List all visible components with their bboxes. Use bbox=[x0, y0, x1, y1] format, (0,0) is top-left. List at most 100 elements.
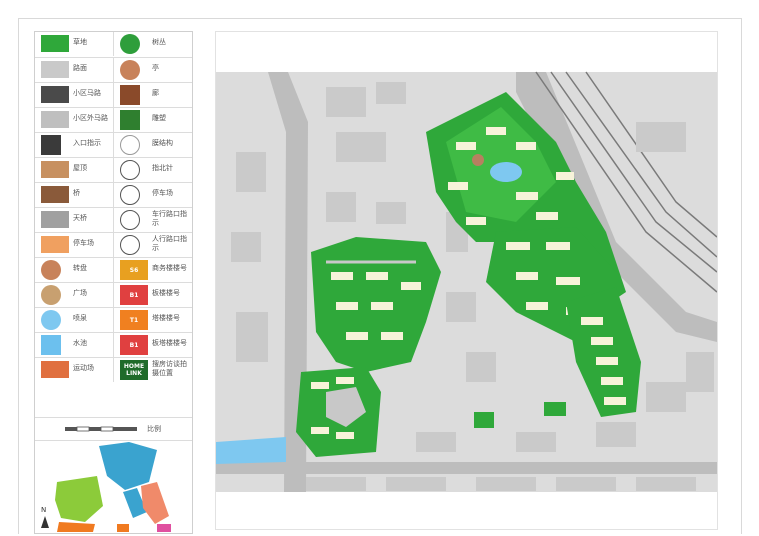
green-patch-1 bbox=[474, 412, 494, 428]
commercial-building-number-icon: S6 bbox=[120, 260, 148, 280]
legend-item: S6 商务楼楼号 bbox=[114, 258, 192, 282]
legend-item: 停车场 bbox=[114, 183, 192, 207]
green-patch-2 bbox=[544, 402, 566, 416]
parking-icon bbox=[120, 185, 140, 205]
legend-item: 天桥 bbox=[35, 208, 114, 232]
ne-pool bbox=[490, 162, 522, 182]
legend-item: 廊 bbox=[114, 83, 192, 107]
south-road bbox=[216, 462, 717, 474]
legend-item: 雕塑 bbox=[114, 108, 192, 132]
legend-item: 广场 bbox=[35, 283, 114, 307]
membrane-structure-icon bbox=[120, 135, 140, 155]
legend-label: 水池 bbox=[73, 339, 87, 347]
legend-label: 停车场 bbox=[152, 189, 173, 197]
legend-row: 路面 亭 bbox=[35, 57, 192, 82]
minimap-zone-orange bbox=[57, 522, 95, 532]
legend-label: 路面 bbox=[73, 64, 87, 72]
minimap-zone-orange-small bbox=[117, 524, 129, 532]
entrance-arrow-icon bbox=[41, 135, 61, 155]
legend-row: 屋顶 指北针 bbox=[35, 157, 192, 182]
legend-label: 喷泉 bbox=[73, 314, 87, 322]
legend-label: 屋顶 bbox=[73, 164, 87, 172]
minimap-zone-salmon bbox=[141, 482, 169, 524]
legend-label: 草地 bbox=[73, 38, 87, 46]
legend-panel: 草地 树丛 路面亭小区马路廊小区外马路 雕塑 入口指示 膜结构 屋顶 指北针桥停车场 天桥 车行路… bbox=[34, 31, 193, 534]
legend-label: 小区马路 bbox=[73, 89, 101, 97]
tree-cluster-icon bbox=[120, 34, 140, 54]
legend-row: 桥 停车场 bbox=[35, 182, 192, 207]
pedestrian-entrance-icon bbox=[120, 235, 140, 255]
legend-row: 运动场 HOME LINK 搜房访谈拍摄位置 bbox=[35, 357, 192, 382]
scale-bar-row: 比例 bbox=[35, 417, 192, 441]
tower-building-number-icon: T1 bbox=[120, 310, 148, 330]
minimap-zone-green bbox=[55, 476, 103, 522]
legend-row: 喷泉 T1 塔楼楼号 bbox=[35, 307, 192, 332]
legend-item: 水池 bbox=[35, 333, 114, 357]
minimap-north-arrow-icon bbox=[41, 516, 49, 528]
legend-row: 广场 B1 板楼楼号 bbox=[35, 282, 192, 307]
legend-item: B1 板塔楼楼号 bbox=[114, 333, 192, 357]
estate-road-swatch bbox=[41, 86, 69, 103]
legend-label: 停车场 bbox=[73, 239, 94, 247]
legend-label: 雕塑 bbox=[152, 114, 166, 122]
homelink-photo-spot-icon: HOME LINK bbox=[120, 360, 148, 380]
legend-label: 膜结构 bbox=[152, 139, 173, 147]
grass-swatch bbox=[41, 35, 69, 52]
overpass-icon bbox=[41, 211, 69, 228]
location-minimap: N bbox=[37, 442, 190, 532]
site-map bbox=[215, 31, 718, 530]
legend-label: 车行路口指示 bbox=[152, 210, 187, 227]
corridor-icon bbox=[120, 85, 140, 105]
pavilion-icon bbox=[120, 60, 140, 80]
legend-item: 屋顶 bbox=[35, 158, 114, 182]
legend-item: 桥 bbox=[35, 183, 114, 207]
pavement-swatch bbox=[41, 61, 69, 78]
legend-label: 转盘 bbox=[73, 264, 87, 272]
legend-item: T1 塔楼楼号 bbox=[114, 308, 192, 332]
legend-label: 板楼楼号 bbox=[152, 289, 180, 297]
legend-label: 桥 bbox=[73, 189, 80, 197]
legend-item: 路面 bbox=[35, 58, 114, 82]
vehicle-entrance-icon bbox=[120, 210, 140, 230]
estate-southwest bbox=[296, 367, 381, 457]
legend-label: 指北针 bbox=[152, 164, 173, 172]
legend-label: 商务楼楼号 bbox=[152, 264, 187, 272]
legend-item: 亭 bbox=[114, 58, 192, 82]
legend-label: 塔楼楼号 bbox=[152, 314, 180, 322]
roof-icon bbox=[41, 161, 69, 178]
legend-item: 运动场 bbox=[35, 358, 114, 382]
north-arrow-icon bbox=[120, 160, 140, 180]
ne-roundabout-icon bbox=[472, 154, 484, 166]
legend-item: 喷泉 bbox=[35, 308, 114, 332]
legend-label: 树丛 bbox=[152, 38, 166, 46]
parking-lot-swatch bbox=[41, 236, 69, 253]
minimap-zone-blue bbox=[99, 442, 157, 490]
bridge-icon bbox=[41, 186, 69, 203]
legend-item: 草地 bbox=[35, 32, 114, 56]
legend-item: 入口指示 bbox=[35, 133, 114, 157]
legend-label: 板塔楼楼号 bbox=[152, 339, 187, 347]
sports-field-icon bbox=[41, 361, 69, 378]
legend-row: 转盘 S6 商务楼楼号 bbox=[35, 257, 192, 282]
legend-item: 停车场 bbox=[35, 233, 114, 257]
roundabout-icon bbox=[41, 260, 61, 280]
legend-item: 转盘 bbox=[35, 258, 114, 282]
legend-row: 天桥 车行路口指示 bbox=[35, 207, 192, 232]
legend-label: 运动场 bbox=[73, 364, 94, 372]
site-map-svg bbox=[216, 71, 717, 492]
legend-row: 草地 树丛 bbox=[35, 32, 192, 56]
legend-label: 廊 bbox=[152, 89, 159, 97]
legend-item: 人行路口指示 bbox=[114, 233, 192, 257]
legend-item: 树丛 bbox=[114, 32, 192, 56]
legend-row: 停车场 人行路口指示 bbox=[35, 232, 192, 257]
legend-label: 天桥 bbox=[73, 214, 87, 222]
fountain-icon bbox=[41, 310, 61, 330]
legend-item: 车行路口指示 bbox=[114, 208, 192, 232]
legend-label: 搜房访谈拍摄位置 bbox=[152, 360, 187, 377]
minimap-north-label: N bbox=[41, 506, 46, 514]
legend-label: 亭 bbox=[152, 64, 159, 72]
plaza-icon bbox=[41, 285, 61, 305]
scale-bar-icon bbox=[65, 426, 137, 432]
legend-label: 广场 bbox=[73, 289, 87, 297]
legend-item: 指北针 bbox=[114, 158, 192, 182]
